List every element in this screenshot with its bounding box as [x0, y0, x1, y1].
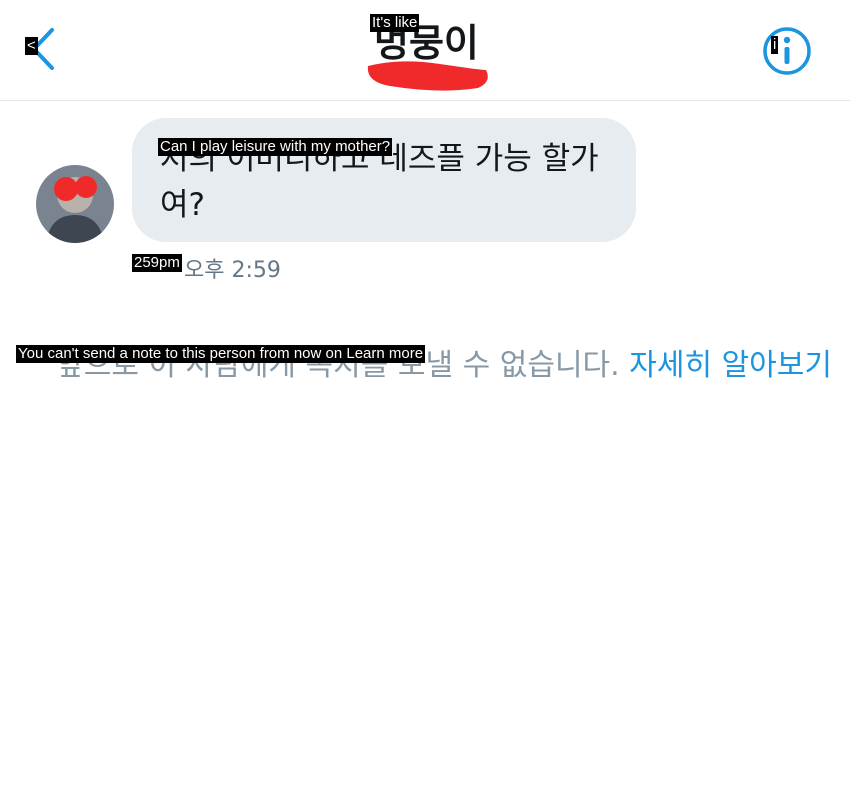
notice-overlay: You can't send a note to this person fro… — [16, 345, 426, 363]
conversation-title: 멍뭉이 It's like — [340, 6, 510, 96]
timestamp-korean: 오후 2:59 — [184, 258, 281, 283]
message-text-overlay: Can I play leisure with my mother? — [158, 138, 393, 156]
avatar[interactable] — [36, 165, 114, 243]
back-label: < — [25, 37, 38, 55]
conversation-header: < 멍뭉이 It's like i — [0, 0, 850, 101]
timestamp-overlay: 259pm — [132, 254, 182, 272]
info-label: i — [771, 36, 779, 54]
redaction-scribble — [367, 61, 488, 91]
back-button[interactable]: < — [22, 24, 62, 74]
learn-more-link[interactable]: 자세히 알아보기 — [629, 348, 832, 383]
profile-photo — [36, 165, 114, 243]
blocked-notice: 앞으로 이 사람에게 쪽지를 보낼 수 없습니다. 자세히 알아보기 You c… — [0, 336, 850, 383]
message-bubble[interactable]: 저의 어머니하고 레즈플 가능 할가여? Can I play leisure … — [132, 118, 636, 242]
info-icon — [763, 27, 811, 75]
info-button[interactable]: i — [762, 26, 812, 76]
title-overlay: It's like — [370, 14, 420, 32]
